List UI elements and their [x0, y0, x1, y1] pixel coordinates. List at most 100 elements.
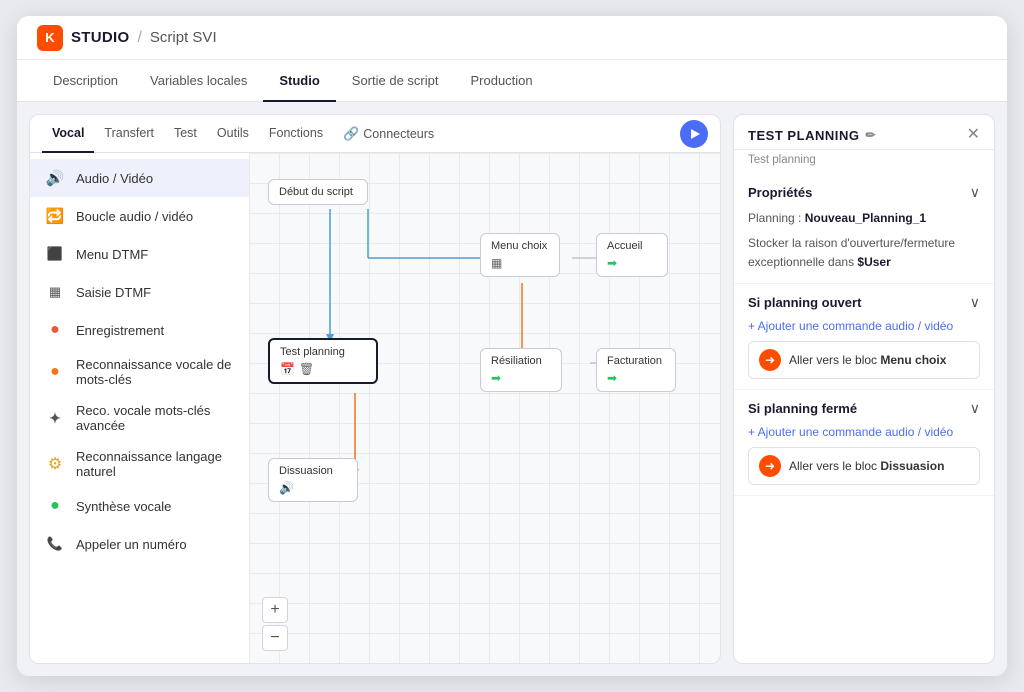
action-arrow-icon: ➜: [759, 455, 781, 477]
link-icon: 🔗: [343, 126, 359, 142]
tab-variables[interactable]: Variables locales: [134, 60, 263, 102]
right-panel-body: Propriétés ∨ Planning : Nouveau_Planning…: [734, 174, 994, 663]
chevron-down-icon: ∨: [970, 294, 980, 311]
zoom-controls: + −: [262, 597, 288, 651]
boucle-icon: 🔁: [44, 205, 66, 227]
app-name: STUDIO: [71, 29, 129, 46]
tool-tab-connecteurs[interactable]: 🔗 Connecteurs: [333, 126, 444, 142]
action-text: Aller vers le bloc Menu choix: [789, 353, 946, 367]
canvas-area[interactable]: Début du script Menu choix ▦ Accueil ➡: [250, 153, 720, 663]
tab-production[interactable]: Production: [454, 60, 548, 102]
section-proprietes-header[interactable]: Propriétés ∨: [748, 184, 980, 201]
node-dissuasion[interactable]: Dissuasion 🔊: [268, 458, 358, 502]
sidebar-item-synthese[interactable]: ● Synthèse vocale: [30, 487, 249, 525]
close-button[interactable]: ✕: [967, 127, 980, 143]
section-si-ferme: Si planning fermé ∨ + Ajouter une comman…: [734, 390, 994, 496]
tab-sortie[interactable]: Sortie de script: [336, 60, 455, 102]
canvas-svg: [250, 153, 720, 663]
sidebar-item-reco-avancee[interactable]: ✦ Reco. vocale mots-clés avancée: [30, 395, 249, 441]
sidebar-item-langage[interactable]: ⚙ Reconnaissance langage naturel: [30, 441, 249, 487]
tool-tab-test[interactable]: Test: [164, 115, 207, 153]
node-icons: 📅 🗑: [280, 362, 366, 376]
app-window: K STUDIO / Script SVI Description Variab…: [17, 16, 1007, 676]
edit-icon[interactable]: ✏: [865, 128, 876, 142]
node-debut[interactable]: Début du script: [268, 179, 368, 205]
action-arrow-icon: ➜: [759, 349, 781, 371]
section-proprietes-title: Propriétés: [748, 185, 812, 200]
action-menu-choix-button[interactable]: ➜ Aller vers le bloc Menu choix: [748, 341, 980, 379]
app-header: K STUDIO / Script SVI: [17, 16, 1007, 60]
sidebar-item-label: Synthèse vocale: [76, 499, 171, 514]
section-si-ouvert-title: Si planning ouvert: [748, 295, 861, 310]
section-proprietes: Propriétés ∨ Planning : Nouveau_Planning…: [734, 174, 994, 284]
tool-tab-transfert[interactable]: Transfert: [94, 115, 164, 153]
saisie-dtmf-icon: ▦: [44, 281, 66, 303]
planning-description: Stocker la raison d'ouverture/fermeture …: [748, 234, 980, 272]
sidebar-item-label: Appeler un numéro: [76, 537, 187, 552]
langage-icon: ⚙: [44, 453, 66, 475]
right-panel-subtitle: Test planning: [734, 150, 994, 174]
dissuasion-audio-icon: 🔊: [279, 481, 294, 495]
content-area: 🔊 Audio / Vidéo 🔁 Boucle audio / vidéo ⬛…: [30, 153, 720, 663]
sidebar-item-label: Saisie DTMF: [76, 285, 151, 300]
right-panel-header-area: TEST PLANNING ✏ ✕ Test planning: [734, 115, 994, 174]
right-panel-header: TEST PLANNING ✏ ✕: [734, 115, 994, 150]
sidebar-item-boucle[interactable]: 🔁 Boucle audio / vidéo: [30, 197, 249, 235]
tool-tab-fonctions[interactable]: Fonctions: [259, 115, 333, 153]
menu-dtmf-icon: ⬛: [44, 243, 66, 265]
planning-property: Planning : Nouveau_Planning_1: [748, 209, 980, 228]
sidebar-item-enregistrement[interactable]: ● Enregistrement: [30, 311, 249, 349]
tab-studio[interactable]: Studio: [263, 60, 335, 102]
synthese-icon: ●: [44, 495, 66, 517]
right-panel: TEST PLANNING ✏ ✕ Test planning Propriét…: [733, 114, 995, 664]
tool-tabs: Vocal Transfert Test Outils Fonctions 🔗 …: [30, 115, 720, 153]
node-icons: 🔊: [279, 481, 347, 495]
zoom-in-button[interactable]: +: [262, 597, 288, 623]
node-resiliation[interactable]: Résiliation ➡: [480, 348, 562, 392]
section-si-ferme-header[interactable]: Si planning fermé ∨: [748, 400, 980, 417]
sidebar-list: 🔊 Audio / Vidéo 🔁 Boucle audio / vidéo ⬛…: [30, 153, 250, 663]
sidebar-item-label: Reconnaissance langage naturel: [76, 449, 235, 479]
node-test-planning[interactable]: Test planning 📅 🗑: [268, 338, 378, 384]
node-icons: ▦: [491, 256, 549, 270]
section-si-ferme-title: Si planning fermé: [748, 401, 857, 416]
sidebar-item-audio-video[interactable]: 🔊 Audio / Vidéo: [30, 159, 249, 197]
sidebar-item-saisie-dtmf[interactable]: ▦ Saisie DTMF: [30, 273, 249, 311]
sidebar-item-label: Audio / Vidéo: [76, 171, 153, 186]
action-text: Aller vers le bloc Dissuasion: [789, 459, 944, 473]
tool-tab-outils[interactable]: Outils: [207, 115, 259, 153]
sidebar-item-label: Boucle audio / vidéo: [76, 209, 193, 224]
zoom-out-button[interactable]: −: [262, 625, 288, 651]
node-accueil[interactable]: Accueil ➡: [596, 233, 668, 277]
chevron-down-icon: ∨: [970, 400, 980, 417]
nav-tabs: Description Variables locales Studio Sor…: [17, 60, 1007, 102]
sidebar-item-label: Reco. vocale mots-clés avancée: [76, 403, 235, 433]
add-audio-ferme-link[interactable]: + Ajouter une commande audio / vidéo: [748, 425, 980, 439]
tool-tab-vocal[interactable]: Vocal: [42, 115, 94, 153]
tab-description[interactable]: Description: [37, 60, 134, 102]
right-panel-title: TEST PLANNING ✏: [748, 128, 876, 143]
sidebar-item-label: Menu DTMF: [76, 247, 148, 262]
resiliation-arrow-icon: ➡: [491, 371, 501, 385]
add-audio-ouvert-link[interactable]: + Ajouter une commande audio / vidéo: [748, 319, 980, 333]
section-si-ouvert-header[interactable]: Si planning ouvert ∨: [748, 294, 980, 311]
recon-vocale-icon: ●: [44, 361, 66, 383]
menu-choix-icon: ▦: [491, 256, 502, 270]
left-panel: Vocal Transfert Test Outils Fonctions 🔗 …: [29, 114, 721, 664]
node-facturation[interactable]: Facturation ➡: [596, 348, 676, 392]
chevron-down-icon: ∨: [970, 184, 980, 201]
delete-icon[interactable]: 🗑: [299, 362, 314, 376]
play-button[interactable]: [680, 120, 708, 148]
sidebar-item-menu-dtmf[interactable]: ⬛ Menu DTMF: [30, 235, 249, 273]
sidebar-item-recon-vocale[interactable]: ● Reconnaissance vocale de mots-clés: [30, 349, 249, 395]
node-menu-choix[interactable]: Menu choix ▦: [480, 233, 560, 277]
node-icons: ➡: [607, 371, 665, 385]
enregistrement-icon: ●: [44, 319, 66, 341]
sidebar-item-label: Reconnaissance vocale de mots-clés: [76, 357, 235, 387]
reco-avancee-icon: ✦: [44, 407, 66, 429]
sidebar-item-appeler[interactable]: 📞 Appeler un numéro: [30, 525, 249, 563]
section-si-ouvert: Si planning ouvert ∨ + Ajouter une comma…: [734, 284, 994, 390]
panel-title-text: TEST PLANNING: [748, 128, 859, 143]
action-dissuasion-button[interactable]: ➜ Aller vers le bloc Dissuasion: [748, 447, 980, 485]
sidebar-item-label: Enregistrement: [76, 323, 164, 338]
